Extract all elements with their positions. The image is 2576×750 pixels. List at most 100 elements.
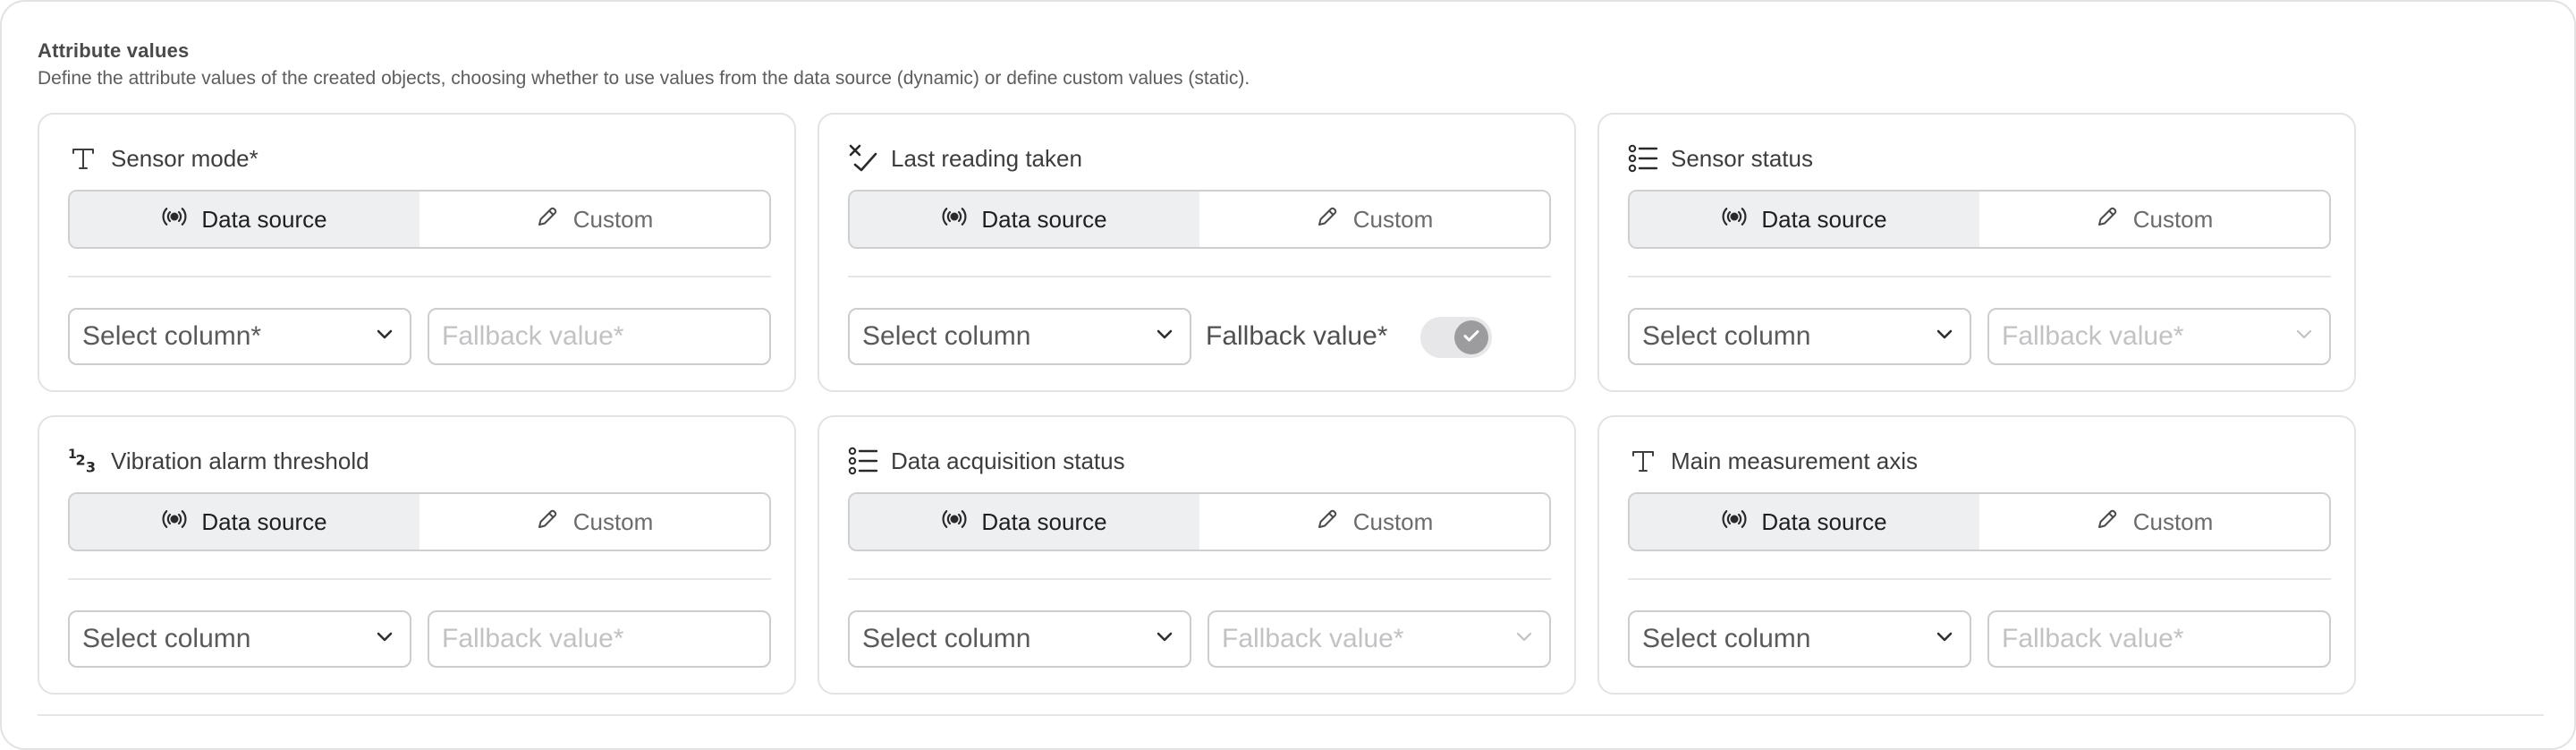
fallback-value-dropdown[interactable]: Fallback value*	[1208, 610, 1551, 668]
card-header: Last reading taken	[848, 141, 1082, 175]
select-column-dropdown[interactable]: Select column	[848, 308, 1191, 365]
svg-text:2: 2	[76, 452, 86, 469]
data-source-label: Data source	[1761, 205, 1887, 233]
source-mode-toggle: Data source Custom	[848, 190, 1551, 249]
custom-label: Custom	[572, 507, 654, 535]
data-source-label: Data source	[201, 205, 327, 233]
source-mode-toggle: Data source Custom	[1628, 190, 2331, 249]
data-source-button[interactable]: Data source	[1630, 192, 1979, 247]
card-title: Data acquisition status	[891, 447, 1125, 474]
data-source-button[interactable]: Data source	[70, 192, 419, 247]
custom-button[interactable]: Custom	[1979, 192, 2329, 247]
data-source-button[interactable]: Data source	[70, 494, 419, 550]
pencil-icon	[2096, 507, 2119, 537]
list-type-icon	[848, 446, 878, 476]
chevron-down-icon	[1154, 624, 1175, 654]
card-header: Sensor mode*	[68, 141, 258, 175]
checkmark-icon	[1462, 326, 1481, 350]
section-description: Define the attribute values of the creat…	[38, 68, 1250, 89]
broadcast-icon	[1722, 507, 1747, 538]
text-type-icon	[1628, 446, 1658, 476]
custom-button[interactable]: Custom	[419, 494, 769, 550]
data-source-button[interactable]: Data source	[850, 192, 1199, 247]
chevron-down-icon	[1934, 624, 1955, 654]
attribute-card: Sensor status Data source Custom Select col…	[1597, 113, 2356, 392]
pencil-icon	[1316, 205, 1339, 234]
card-divider	[1628, 578, 2331, 580]
fallback-value-placeholder: Fallback value*	[1222, 624, 1404, 653]
chevron-down-icon	[2293, 321, 2315, 352]
fallback-toggle[interactable]	[1420, 317, 1492, 358]
list-type-icon	[1628, 143, 1658, 174]
toggle-knob	[1454, 320, 1488, 354]
card-divider	[68, 578, 771, 580]
number-type-icon: 123	[68, 446, 98, 476]
custom-label: Custom	[2132, 507, 2214, 535]
bottom-divider	[38, 714, 2544, 716]
card-title: Sensor mode*	[111, 144, 258, 172]
card-header: Data acquisition status	[848, 444, 1125, 478]
broadcast-icon	[1722, 204, 1747, 235]
custom-label: Custom	[572, 205, 654, 233]
custom-label: Custom	[1352, 507, 1434, 535]
card-divider	[1628, 276, 2331, 277]
source-mode-toggle: Data source Custom	[848, 492, 1551, 551]
card-divider	[68, 276, 771, 277]
data-source-button[interactable]: Data source	[1630, 494, 1979, 550]
chevron-down-icon	[374, 624, 395, 654]
broadcast-icon	[942, 507, 967, 538]
fallback-value-placeholder: Fallback value*	[2002, 321, 2184, 351]
fallback-value-dropdown[interactable]: Fallback value*	[1987, 308, 2331, 365]
fallback-value-placeholder: Fallback value*	[2002, 624, 2184, 653]
select-column-placeholder: Select column	[862, 321, 1031, 351]
broadcast-icon	[942, 204, 967, 235]
source-mode-toggle: Data source Custom	[68, 492, 771, 551]
fallback-value-input[interactable]: Fallback value*	[1987, 610, 2331, 668]
card-header: Sensor status	[1628, 141, 1813, 175]
card-title: Sensor status	[1671, 144, 1813, 172]
custom-button[interactable]: Custom	[419, 192, 769, 247]
select-column-dropdown[interactable]: Select column	[68, 610, 411, 668]
chevron-down-icon	[374, 321, 395, 352]
text-type-icon	[68, 143, 98, 174]
custom-button[interactable]: Custom	[1199, 192, 1549, 247]
card-title: Last reading taken	[891, 144, 1082, 172]
broadcast-icon	[162, 204, 187, 235]
custom-button[interactable]: Custom	[1979, 494, 2329, 550]
select-column-dropdown[interactable]: Select column	[1628, 610, 1971, 668]
fallback-value-input[interactable]: Fallback value*	[428, 610, 771, 668]
select-column-dropdown[interactable]: Select column	[1628, 308, 1971, 365]
broadcast-icon	[162, 507, 187, 538]
chevron-down-icon	[1154, 321, 1175, 352]
select-column-placeholder: Select column	[82, 624, 251, 653]
attribute-card: Main measurement axis Data source Custom Se…	[1597, 415, 2356, 695]
attribute-card: 1 2 3 Vibration alarm threshold Data source C…	[38, 415, 796, 695]
pencil-icon	[536, 507, 559, 537]
data-source-label: Data source	[1761, 507, 1887, 535]
card-divider	[848, 276, 1551, 277]
custom-label: Custom	[1352, 205, 1434, 233]
card-title: Main measurement axis	[1671, 447, 1918, 474]
data-source-label: Data source	[201, 507, 327, 535]
custom-label: Custom	[2132, 205, 2214, 233]
chevron-down-icon	[1934, 321, 1955, 352]
attribute-values-panel: Attribute values Define the attribute va…	[0, 0, 2576, 750]
custom-button[interactable]: Custom	[1199, 494, 1549, 550]
select-column-dropdown[interactable]: Select column*	[68, 308, 411, 365]
source-mode-toggle: Data source Custom	[68, 190, 771, 249]
pencil-icon	[2096, 205, 2119, 234]
select-column-placeholder: Select column	[862, 624, 1031, 653]
source-mode-toggle: Data source Custom	[1628, 492, 2331, 551]
select-column-placeholder: Select column*	[82, 321, 262, 351]
data-source-button[interactable]: Data source	[850, 494, 1199, 550]
data-source-label: Data source	[981, 205, 1107, 233]
fallback-value-input[interactable]: Fallback value*	[428, 308, 771, 365]
svg-text:3: 3	[86, 458, 96, 475]
attribute-card: Last reading taken Data source Custom Selec…	[818, 113, 1576, 392]
card-header: 1 2 3 Vibration alarm threshold	[68, 444, 369, 478]
select-column-dropdown[interactable]: Select column	[848, 610, 1191, 668]
select-column-placeholder: Select column	[1642, 624, 1811, 653]
select-column-placeholder: Select column	[1642, 321, 1811, 351]
datetime-icon	[848, 143, 878, 174]
fallback-value-label: Fallback value*	[1206, 321, 1388, 351]
